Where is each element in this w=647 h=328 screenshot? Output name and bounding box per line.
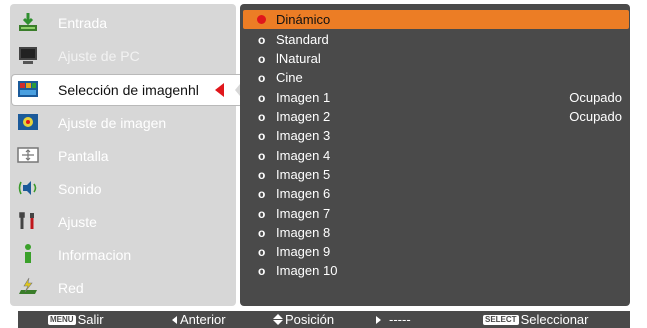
selection-indicator-icon [215, 83, 224, 97]
image-select-icon [17, 78, 39, 100]
image-mode-label: Imagen 8 [276, 225, 331, 240]
menu-item-label: Sonido [58, 181, 102, 197]
image-mode-label: Imagen 4 [276, 148, 331, 163]
image-mode-natural[interactable]: o lNatural [243, 49, 629, 68]
image-mode-label: Dinámico [276, 12, 331, 27]
footer-exit: MENU Salir [48, 312, 104, 328]
screen-icon [17, 144, 39, 166]
menu-item-seleccion-imagen[interactable]: Selección de imagenhl [12, 75, 245, 105]
image-mode-imagen-4[interactable]: o Imagen 4 [243, 146, 629, 165]
image-mode-label: Imagen 6 [276, 186, 331, 201]
image-mode-imagen-5[interactable]: o Imagen 5 [243, 165, 629, 184]
image-mode-imagen-1[interactable]: o Imagen 1 Ocupado [243, 88, 629, 107]
image-mode-label: Imagen 10 [276, 263, 338, 278]
image-mode-status: Ocupado [569, 109, 622, 124]
menu-item-label: Red [58, 280, 84, 296]
menu-item-label: Entrada [58, 15, 108, 31]
image-mode-label: Imagen 2 [276, 109, 331, 124]
menu-item-red[interactable]: Red [12, 273, 234, 303]
bullet-icon: o [258, 91, 266, 105]
network-icon [17, 276, 39, 298]
image-mode-label: Cine [276, 70, 303, 85]
previous-label: Anterior [180, 312, 226, 327]
image-mode-label: lNatural [276, 51, 321, 66]
menu-item-label: Ajuste de imagen [58, 115, 167, 131]
main-menu-panel: Entrada Ajuste de PC Selección de imagen… [10, 4, 245, 306]
select-key-icon: SELECT [483, 315, 519, 325]
bullet-icon: o [258, 264, 266, 278]
image-adjust-icon [17, 111, 39, 133]
help-bar: MENU Salir Anterior Posición ----- SELECT… [18, 311, 630, 328]
footer-select: SELECT Seleccionar [483, 312, 589, 328]
bullet-icon: o [258, 245, 266, 259]
image-mode-label: Imagen 3 [276, 128, 331, 143]
menu-key-icon: MENU [48, 315, 76, 325]
image-mode-label: Standard [276, 32, 329, 47]
menu-item-label: Pantalla [58, 148, 109, 164]
arrow-right-icon [376, 316, 381, 324]
bullet-icon: o [258, 207, 266, 221]
info-icon [17, 243, 39, 265]
image-mode-imagen-10[interactable]: o Imagen 10 [243, 261, 629, 280]
menu-item-entrada[interactable]: Entrada [12, 8, 234, 38]
image-mode-imagen-8[interactable]: o Imagen 8 [243, 223, 629, 242]
tools-icon [17, 210, 39, 232]
image-mode-standard[interactable]: o Standard [243, 30, 629, 49]
speaker-icon [17, 177, 39, 199]
image-mode-label: Imagen 5 [276, 167, 331, 182]
image-mode-imagen-3[interactable]: o Imagen 3 [243, 126, 629, 145]
menu-item-label: Ajuste de PC [58, 48, 140, 64]
image-mode-dinamico[interactable]: Dinámico [243, 10, 629, 29]
menu-item-pantalla[interactable]: Pantalla [12, 141, 234, 171]
menu-item-label: Informacion [58, 247, 132, 263]
image-mode-label: Imagen 9 [276, 244, 331, 259]
menu-item-informacion[interactable]: Informacion [12, 240, 234, 270]
image-mode-label: Imagen 7 [276, 206, 331, 221]
bullet-icon: o [258, 52, 266, 66]
input-icon [17, 11, 39, 33]
footer-position: Posición [273, 312, 334, 328]
bullet-icon: o [258, 149, 266, 163]
menu-item-ajuste-imagen[interactable]: Ajuste de imagen [12, 108, 234, 138]
bullet-icon: o [258, 168, 266, 182]
image-mode-status: Ocupado [569, 90, 622, 105]
exit-label: Salir [77, 312, 104, 327]
image-mode-imagen-6[interactable]: o Imagen 6 [243, 184, 629, 203]
bullet-icon: o [258, 129, 266, 143]
menu-item-sonido[interactable]: Sonido [12, 174, 234, 204]
select-label: Seleccionar [520, 312, 589, 327]
image-mode-imagen-9[interactable]: o Imagen 9 [243, 242, 629, 261]
image-mode-imagen-2[interactable]: o Imagen 2 Ocupado [243, 107, 629, 126]
image-mode-cine[interactable]: o Cine [243, 68, 629, 87]
arrow-left-icon [172, 316, 177, 324]
menu-item-label: Ajuste [58, 214, 97, 230]
bullet-icon: o [258, 110, 266, 124]
image-mode-label: Imagen 1 [276, 90, 331, 105]
bullet-icon: o [258, 187, 266, 201]
footer-previous: Anterior [172, 312, 226, 328]
up-down-arrow-icon [273, 314, 283, 325]
menu-item-ajuste[interactable]: Ajuste [12, 207, 234, 237]
bullet-icon: o [258, 71, 266, 85]
menu-item-ajuste-pc[interactable]: Ajuste de PC [12, 41, 234, 71]
footer-next: ----- [376, 312, 411, 328]
position-label: Posición [285, 312, 335, 327]
pc-monitor-icon [17, 44, 39, 66]
image-mode-list: Dinámico o Standard o lNatural o Cine o … [240, 4, 630, 306]
next-label: ----- [389, 312, 411, 327]
bullet-icon: o [258, 226, 266, 240]
image-mode-imagen-7[interactable]: o Imagen 7 [243, 204, 629, 223]
selected-dot-icon [257, 15, 266, 24]
bullet-icon: o [258, 33, 266, 47]
menu-item-label: Selección de imagenhl [58, 82, 199, 98]
